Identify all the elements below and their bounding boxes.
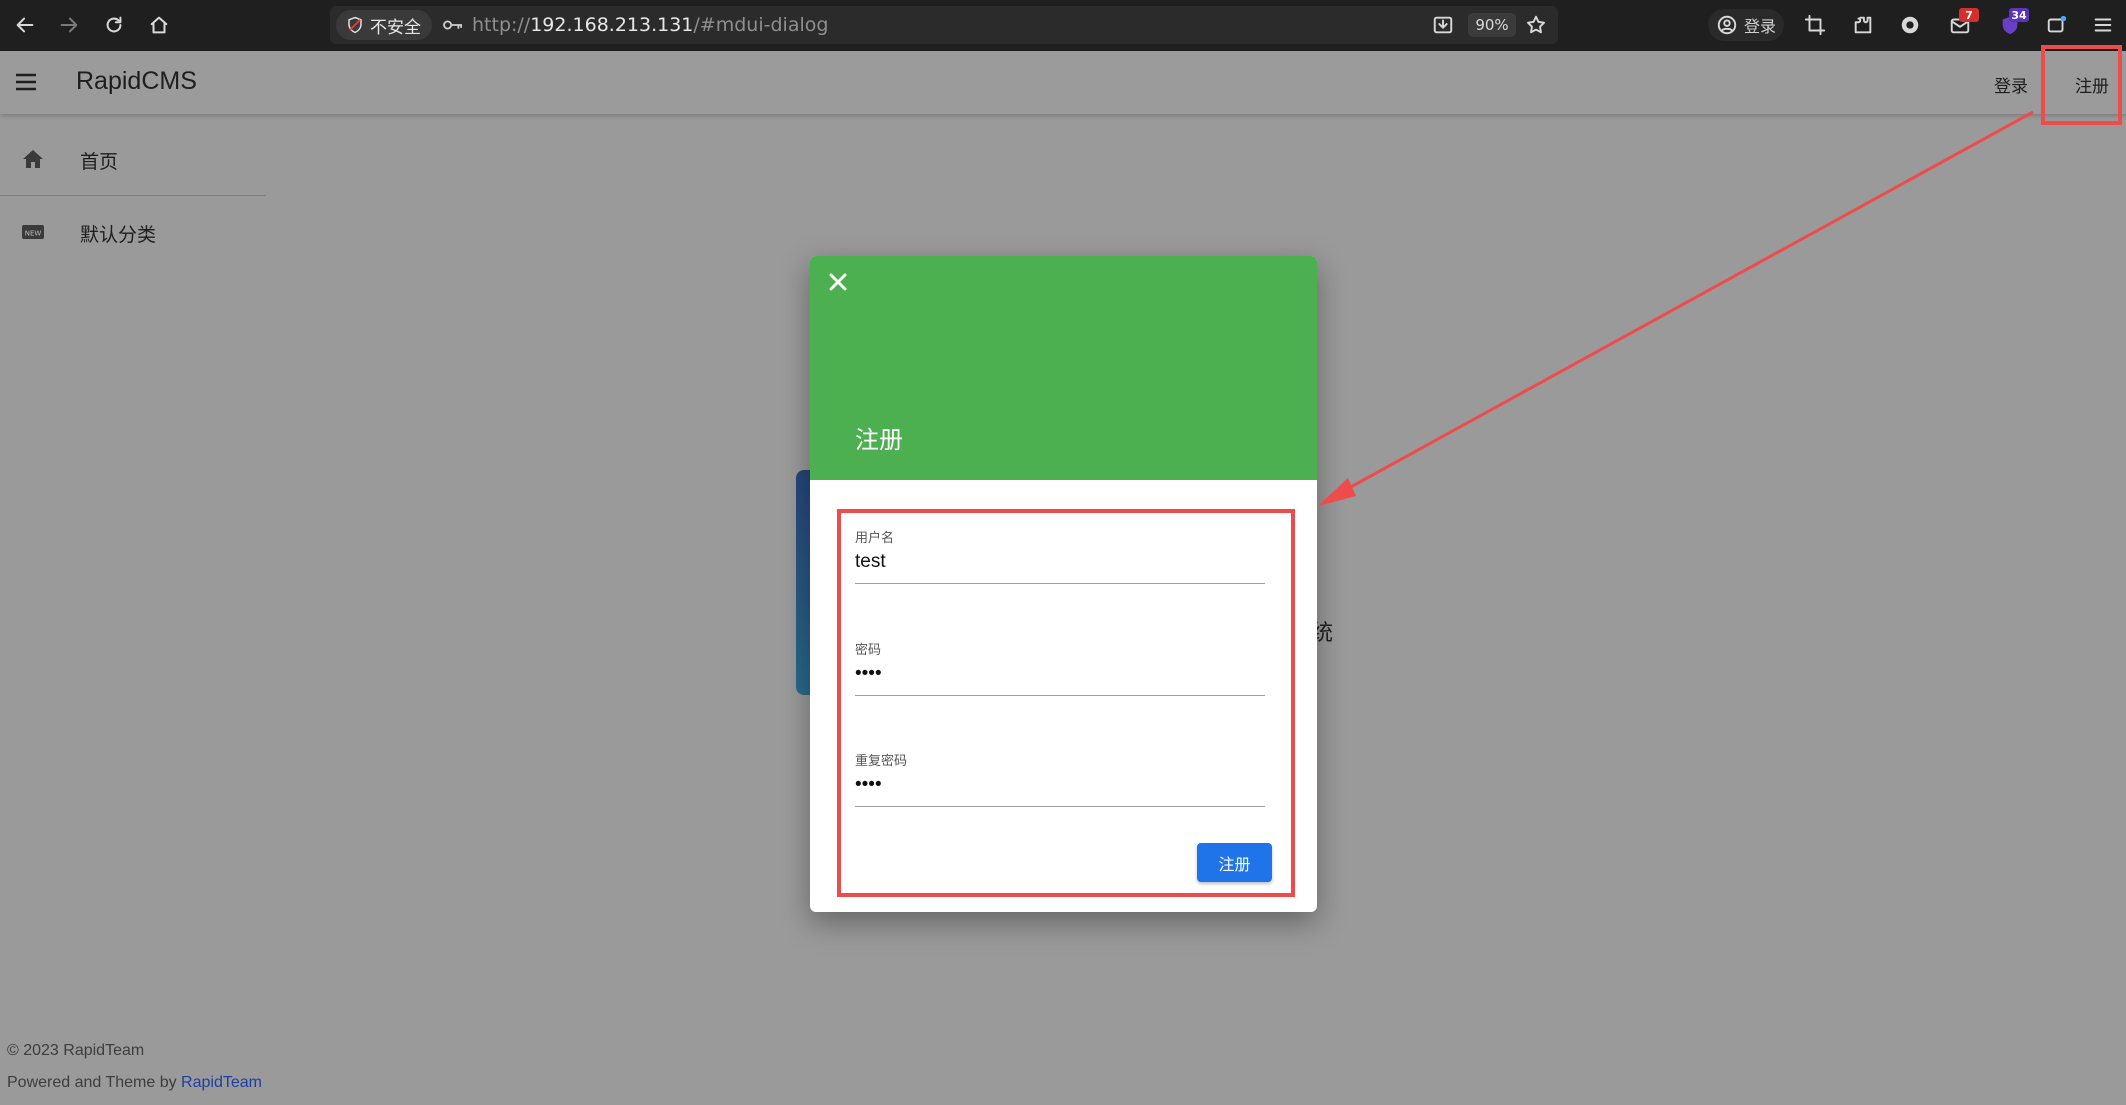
crop-icon[interactable] bbox=[1800, 9, 1830, 41]
close-icon[interactable] bbox=[824, 268, 852, 296]
url-prefix: http:// bbox=[472, 14, 531, 36]
forward-icon[interactable] bbox=[52, 8, 86, 42]
reload-icon[interactable] bbox=[97, 8, 131, 42]
profile-icon bbox=[1717, 15, 1737, 35]
record-icon[interactable] bbox=[1895, 9, 1925, 41]
home-browser-icon[interactable] bbox=[142, 8, 176, 42]
login-link[interactable]: 登录 bbox=[1994, 72, 2028, 97]
signin-label: 登录 bbox=[1743, 17, 1776, 36]
footer-powered-text: Powered and Theme by bbox=[7, 1074, 182, 1091]
bookmark-star-icon[interactable] bbox=[1525, 9, 1547, 41]
url-path: /#mdui-dialog bbox=[693, 14, 829, 36]
highlight-register-link bbox=[2041, 45, 2122, 125]
shield-warning-icon bbox=[348, 16, 362, 34]
browser-toolbar: 不安全 http://192.168.213.131/#mdui-dialog … bbox=[0, 0, 2126, 51]
url-text[interactable]: http://192.168.213.131/#mdui-dialog bbox=[472, 14, 828, 36]
mail-badge: 7 bbox=[1959, 8, 1979, 22]
dialog-title: 注册 bbox=[855, 426, 903, 454]
highlight-register-form bbox=[837, 509, 1295, 897]
home-icon bbox=[23, 150, 43, 168]
menu-icon[interactable] bbox=[14, 71, 38, 93]
shield-extension-icon[interactable]: 34 bbox=[1995, 8, 2029, 41]
drawer-item-label: 首页 bbox=[80, 151, 119, 173]
key-icon[interactable] bbox=[442, 16, 464, 34]
profile-signin-button[interactable]: 登录 bbox=[1708, 9, 1784, 41]
app-bar: RapidCMS 登录 注册 bbox=[0, 51, 2126, 114]
address-bar[interactable]: 不安全 http://192.168.213.131/#mdui-dialog … bbox=[330, 6, 1558, 44]
install-icon[interactable] bbox=[1432, 9, 1454, 41]
drawer-item-label: 默认分类 bbox=[80, 224, 157, 246]
footer-powered: Powered and Theme by RapidTeam bbox=[7, 1074, 262, 1092]
browser-menu-icon[interactable] bbox=[2088, 9, 2118, 41]
svg-text:NEW: NEW bbox=[25, 230, 42, 238]
tab-switch-icon[interactable] bbox=[2042, 9, 2072, 41]
drawer-item-home[interactable]: 首页 bbox=[0, 123, 266, 195]
extensions-icon[interactable] bbox=[1848, 9, 1878, 41]
extension-badge: 34 bbox=[2009, 8, 2029, 22]
dialog-header: 注册 bbox=[810, 256, 1317, 480]
new-badge-icon: NEW bbox=[22, 225, 44, 239]
footer-copyright: © 2023 RapidTeam bbox=[7, 1042, 145, 1059]
security-indicator[interactable]: 不安全 bbox=[336, 10, 432, 40]
drawer-item-default-category[interactable]: NEW 默认分类 bbox=[0, 196, 266, 268]
url-host: 192.168.213.131 bbox=[530, 14, 694, 36]
footer-rapidteam-link[interactable]: RapidTeam bbox=[181, 1074, 262, 1091]
back-icon[interactable] bbox=[8, 8, 42, 42]
mail-extension-icon[interactable]: 7 bbox=[1945, 8, 1979, 41]
security-label: 不安全 bbox=[370, 17, 421, 38]
zoom-indicator[interactable]: 90% bbox=[1468, 13, 1516, 37]
app-title[interactable]: RapidCMS bbox=[76, 67, 197, 96]
